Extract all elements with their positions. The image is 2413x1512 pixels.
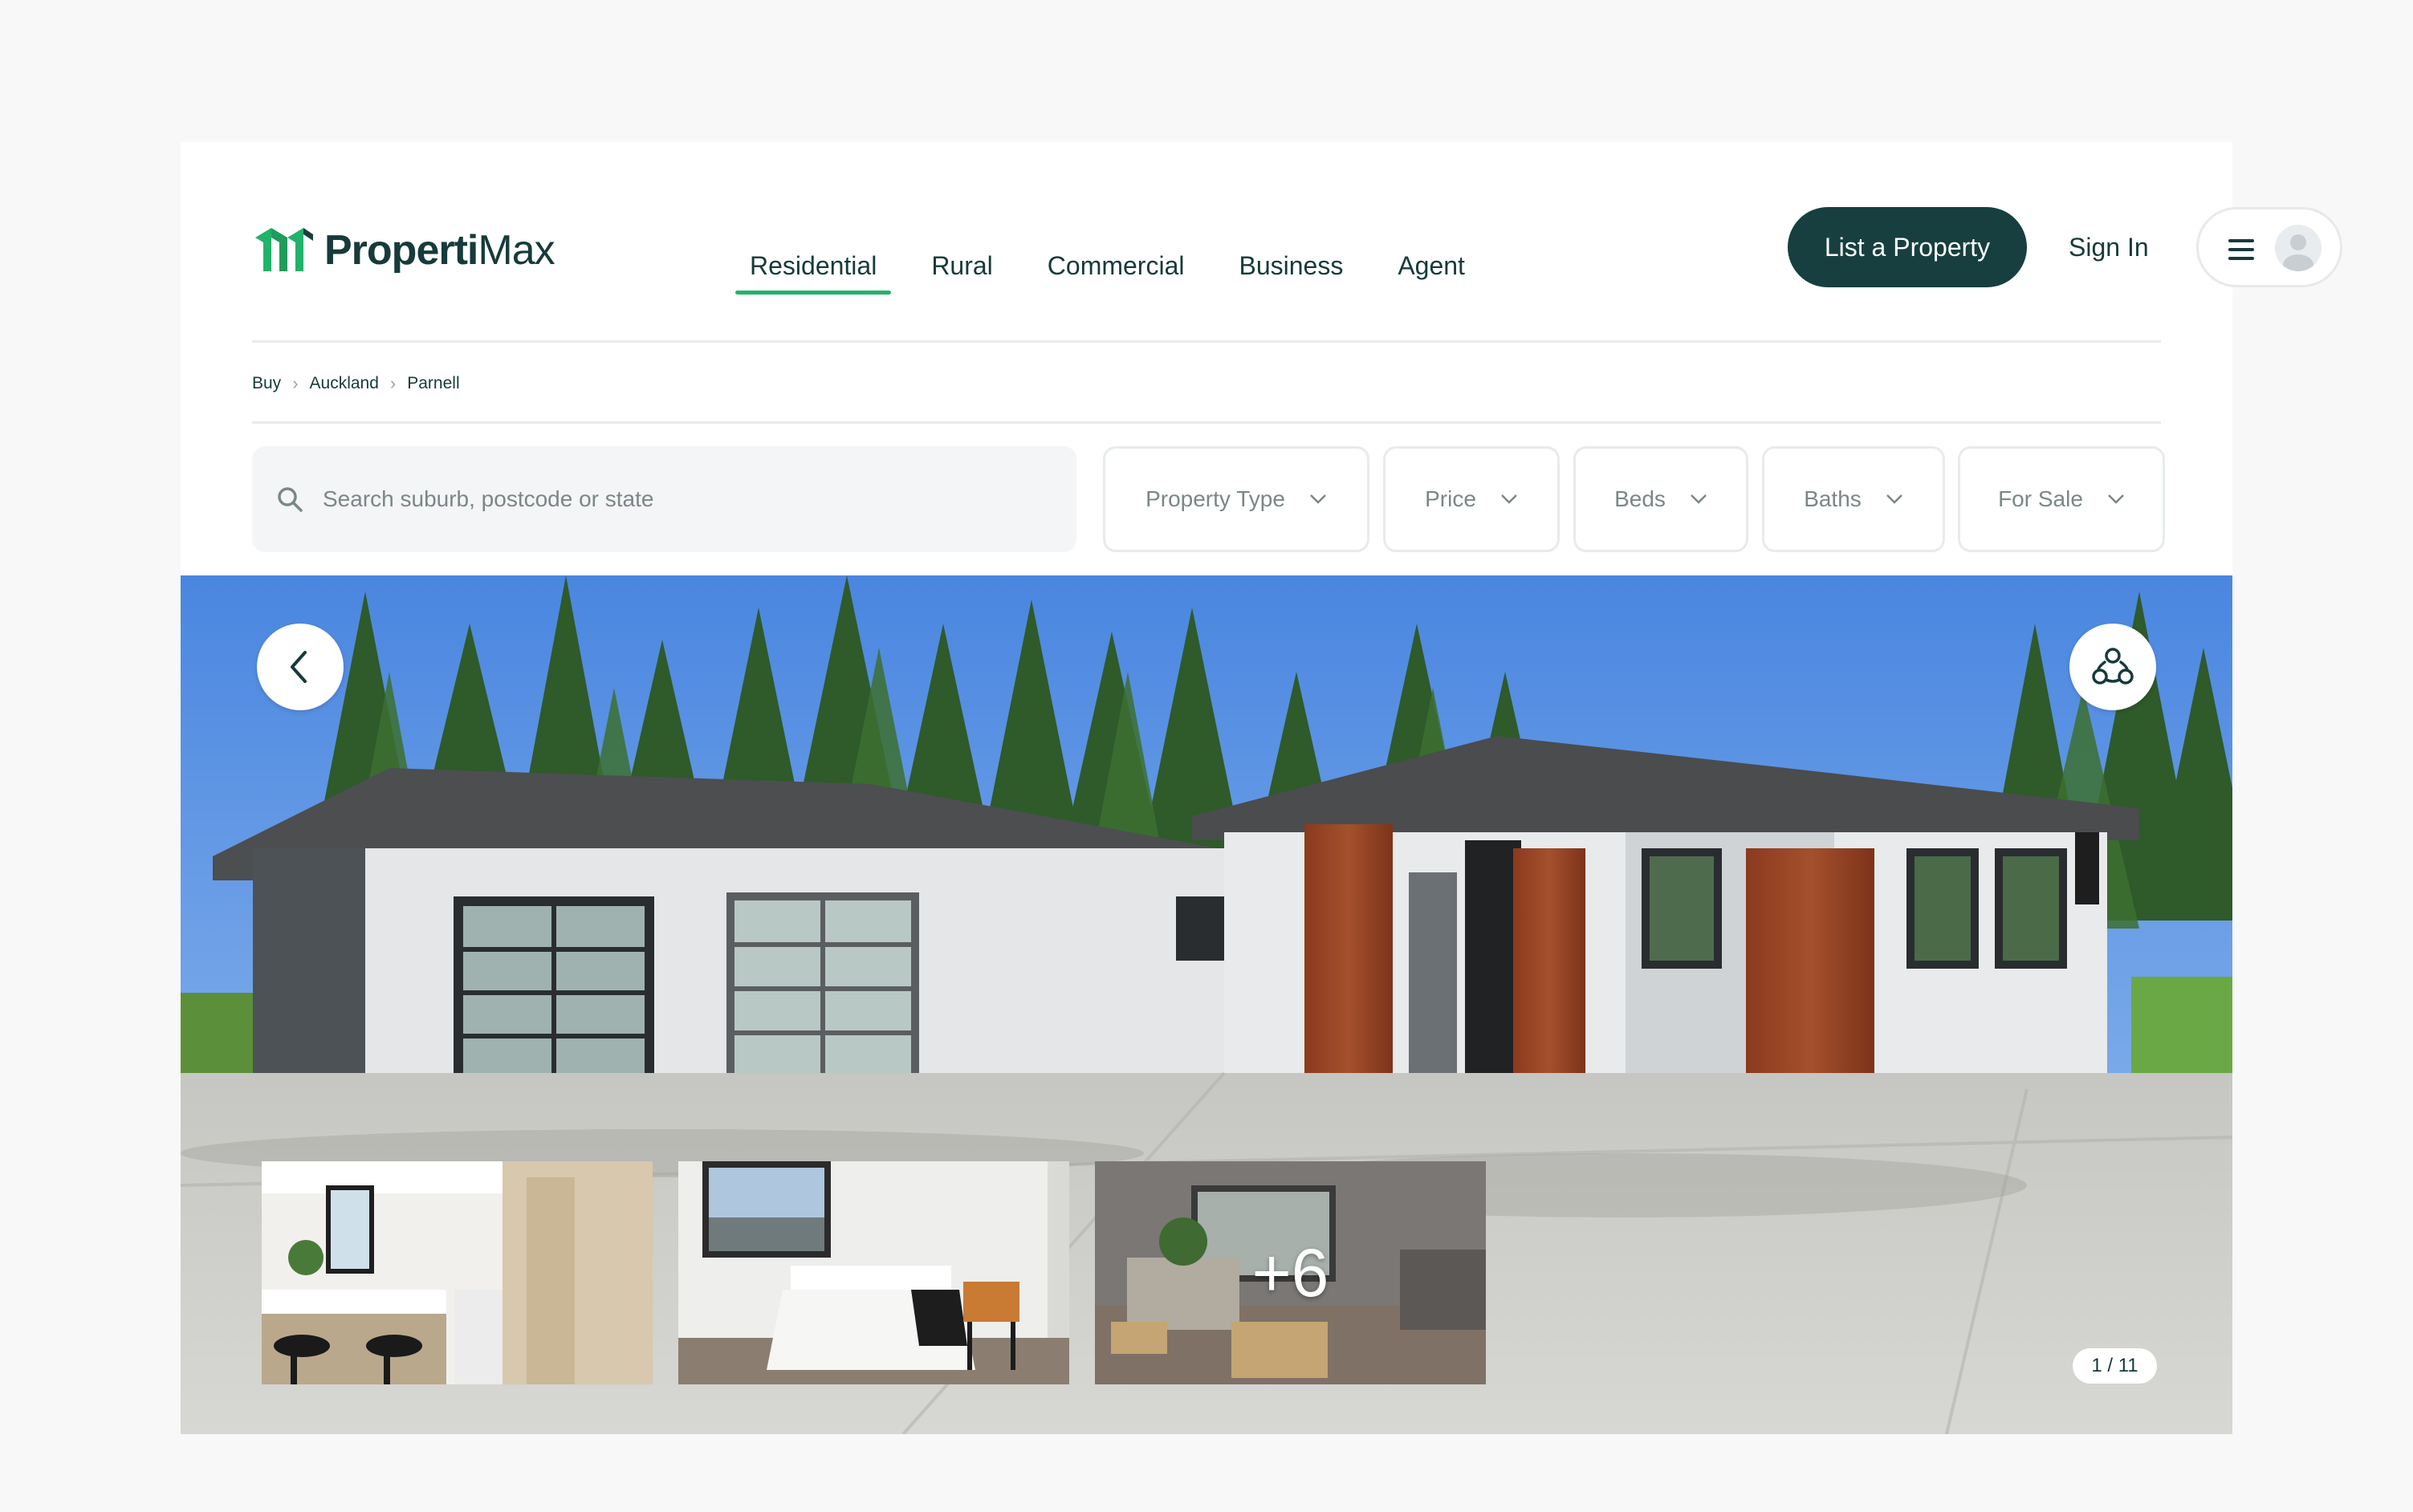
nav-item-business[interactable]: Business [1211, 222, 1370, 319]
photo-counter: 1 / 11 [2073, 1348, 2157, 1384]
hamburger-icon [2228, 239, 2254, 260]
breadcrumb-parnell[interactable]: Parnell [407, 374, 459, 393]
filter-label: For Sale [1998, 486, 2083, 511]
logo[interactable]: PropertiMax [252, 222, 555, 278]
thumbnail-bedroom[interactable] [678, 1161, 1069, 1384]
search-input[interactable] [323, 486, 1029, 512]
photo-gallery: +6 1 / 11 [181, 575, 2232, 1434]
filter-label: Beds [1614, 486, 1666, 511]
nav-item-agent[interactable]: Agent [1370, 222, 1492, 319]
filter-baths[interactable]: Baths [1762, 446, 1945, 552]
breadcrumb: Buy › Auckland › Parnell [252, 345, 2161, 424]
chevron-down-icon [1310, 494, 1326, 504]
chevron-down-icon [1691, 494, 1707, 504]
filter-beds[interactable]: Beds [1573, 446, 1748, 552]
thumbnail-living-room[interactable]: +6 [1095, 1161, 1486, 1384]
chevron-left-icon [291, 651, 307, 683]
propertimax-logo-icon [255, 228, 313, 271]
main-nav: Residential Rural Commercial Business Ag… [722, 222, 1492, 319]
breadcrumb-auckland[interactable]: Auckland [310, 374, 379, 393]
sign-in-link[interactable]: Sign In [2069, 207, 2149, 287]
nav-item-residential[interactable]: Residential [722, 222, 904, 319]
chevron-down-icon [1501, 494, 1517, 504]
filter-price[interactable]: Price [1383, 446, 1560, 552]
search-icon [278, 487, 303, 512]
more-photos-count: +6 [1251, 1234, 1329, 1311]
user-avatar-icon [2275, 225, 2321, 271]
account-menu-button[interactable] [2196, 207, 2342, 287]
filter-property-type[interactable]: Property Type [1103, 446, 1369, 552]
share-button[interactable] [2069, 624, 2156, 710]
thumbnail-kitchen[interactable] [262, 1161, 653, 1384]
gallery-back-button[interactable] [257, 624, 344, 710]
share-icon [2092, 648, 2134, 685]
nav-item-rural[interactable]: Rural [904, 222, 1019, 319]
filter-listing-status[interactable]: For Sale [1958, 446, 2165, 552]
filter-label: Baths [1804, 486, 1862, 511]
chevron-down-icon [1886, 494, 1902, 504]
filter-label: Price [1425, 486, 1476, 511]
chevron-right-icon: › [292, 372, 299, 393]
nav-item-commercial[interactable]: Commercial [1020, 222, 1212, 319]
listing-page: PropertiMax Residential Rural Commercial… [181, 142, 2342, 1512]
search-bar [252, 446, 1076, 552]
list-property-button[interactable]: List a Property [1788, 207, 2027, 287]
brand-name: PropertiMax [324, 227, 555, 274]
page-bottom-area [181, 1434, 2232, 1512]
chevron-down-icon [2108, 494, 2124, 504]
breadcrumb-buy[interactable]: Buy [252, 374, 281, 393]
filter-label: Property Type [1145, 486, 1285, 511]
site-header: PropertiMax Residential Rural Commercial… [252, 142, 2342, 343]
chevron-right-icon: › [389, 372, 397, 393]
